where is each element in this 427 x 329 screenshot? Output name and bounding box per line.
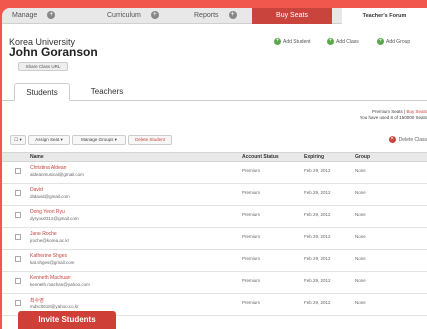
student-email: kenneth.machan@yahoo.com xyxy=(30,282,90,287)
group-value: None xyxy=(355,278,366,283)
account-status: Premium xyxy=(242,190,261,195)
buy-seats-tab[interactable]: Buy Seats xyxy=(252,8,332,24)
table-row: Kenneth Machuan kenneth.machan@yahoo.com… xyxy=(2,272,427,294)
plus-circle-icon: + xyxy=(327,38,334,46)
student-email: jroche@korea.ac.kr xyxy=(30,238,70,243)
invite-students-button[interactable]: Invite Students xyxy=(18,311,116,329)
expiring-date: Feb 29, 2012 xyxy=(304,256,331,261)
account-status: Premium xyxy=(242,300,261,305)
premium-seats-info: Premium Seats | Buy Seats You have used … xyxy=(307,109,427,121)
student-name[interactable]: Christina Aldean xyxy=(30,165,66,171)
delete-class-label: Delete Class xyxy=(398,136,427,143)
row-checkbox[interactable] xyxy=(15,190,21,196)
student-name[interactable]: David xyxy=(30,187,43,193)
account-status: Premium xyxy=(242,212,261,217)
add-student-button[interactable]: + Add Student xyxy=(274,38,311,47)
teachers-forum-tab[interactable]: Teacher's Forum xyxy=(342,8,427,24)
expiring-date: Feb 29, 2012 xyxy=(304,278,331,283)
add-student-label: Add Student xyxy=(283,39,311,45)
student-email: mdsc0618@yahoo.co.kr xyxy=(30,304,79,309)
row-checkbox[interactable] xyxy=(15,234,21,240)
student-name[interactable]: Katherine Shges xyxy=(30,253,67,259)
manage-groups-dropdown[interactable]: Manage Groups ▾ xyxy=(72,135,126,145)
col-name[interactable]: Name xyxy=(30,153,44,162)
tab-students[interactable]: Students xyxy=(14,83,70,101)
table-row: David dtdavid@gmail.com Premium Feb 29, … xyxy=(2,184,427,206)
student-email: aldeanmusical@gmail.com xyxy=(30,172,84,177)
assign-seat-dropdown[interactable]: Assign Seat ▾ xyxy=(28,135,70,145)
account-status: Premium xyxy=(242,256,261,261)
plus-circle-icon: + xyxy=(377,38,384,46)
seats-used-text: You have used 8 of 150000 Seats xyxy=(359,115,427,120)
student-name[interactable]: 최수영 xyxy=(30,297,44,304)
group-value: None xyxy=(355,234,366,239)
nav-tab-label: Manage xyxy=(12,12,38,19)
row-checkbox[interactable] xyxy=(15,278,21,284)
account-status: Premium xyxy=(242,168,261,173)
close-icon: × xyxy=(388,136,396,143)
delete-student-button[interactable]: Delete Student xyxy=(128,135,172,145)
group-value: None xyxy=(355,190,366,195)
table-header: Name Account Status Expiring Group xyxy=(2,152,427,162)
nav-tab-label: Curriculum xyxy=(107,12,141,19)
expiring-date: Feb 29, 2012 xyxy=(304,190,331,195)
group-value: None xyxy=(355,300,366,305)
group-value: None xyxy=(355,212,366,217)
user-name: John Goranson xyxy=(9,45,98,59)
group-value: None xyxy=(355,256,366,261)
premium-label: Premium Seats | xyxy=(372,109,407,114)
plus-icon: + xyxy=(150,11,159,20)
plus-icon: + xyxy=(228,11,237,20)
nav-tab-label: Reports xyxy=(194,12,219,19)
student-name[interactable]: Kenneth Machuan xyxy=(30,275,71,281)
table-row: Dong Yeon Ryu dyryou0312@gmail.com Premi… xyxy=(2,206,427,228)
row-checkbox[interactable] xyxy=(15,300,21,306)
tab-teachers[interactable]: Teachers xyxy=(77,83,137,101)
select-all-dropdown[interactable]: ☐ ▾ xyxy=(10,135,26,145)
account-status: Premium xyxy=(242,278,261,283)
row-checkbox[interactable] xyxy=(15,212,21,218)
nav-tab-curriculum[interactable]: Curriculum + xyxy=(107,8,187,24)
table-row: Jane Roche jroche@korea.ac.kr Premium Fe… xyxy=(2,228,427,250)
expiring-date: Feb 29, 2012 xyxy=(304,168,331,173)
expiring-date: Feb 29, 2012 xyxy=(304,212,331,217)
col-group[interactable]: Group xyxy=(355,153,370,162)
student-name[interactable]: Dong Yeon Ryu xyxy=(30,209,65,215)
col-account-status[interactable]: Account Status xyxy=(242,153,279,162)
add-group-label: Add Group xyxy=(386,39,411,45)
add-group-button[interactable]: + Add Group xyxy=(377,38,410,47)
account-status: Premium xyxy=(242,234,261,239)
table-row: Christina Aldean aldeanmusical@gmail.com… xyxy=(2,162,427,184)
student-email: kat.shges@gmail.com xyxy=(30,260,75,265)
row-checkbox[interactable] xyxy=(15,168,21,174)
row-checkbox[interactable] xyxy=(15,256,21,262)
student-email: dtdavid@gmail.com xyxy=(30,194,70,199)
share-class-url-button[interactable]: Share Class URL xyxy=(18,62,68,71)
expiring-date: Feb 29, 2012 xyxy=(304,300,331,305)
group-value: None xyxy=(355,168,366,173)
app-window: Manage + Curriculum + Reports + Buy Seats T… xyxy=(2,8,427,329)
plus-circle-icon: + xyxy=(274,38,281,46)
plus-icon: + xyxy=(47,11,56,20)
buy-seats-link[interactable]: Buy Seats xyxy=(406,109,427,114)
top-nav: Manage + Curriculum + Reports + Buy Seats T… xyxy=(2,8,427,24)
delete-class-button[interactable]: × Delete Class xyxy=(388,136,427,143)
add-class-label: Add Class xyxy=(336,39,359,45)
expiring-date: Feb 29, 2012 xyxy=(304,234,331,239)
student-name[interactable]: Jane Roche xyxy=(30,231,57,237)
nav-tab-manage[interactable]: Manage + xyxy=(12,8,87,24)
add-class-button[interactable]: + Add Class xyxy=(327,38,359,47)
table-row: Katherine Shges kat.shges@gmail.com Prem… xyxy=(2,250,427,272)
col-expiring[interactable]: Expiring xyxy=(304,153,324,162)
student-email: dyryou0312@gmail.com xyxy=(30,216,79,221)
